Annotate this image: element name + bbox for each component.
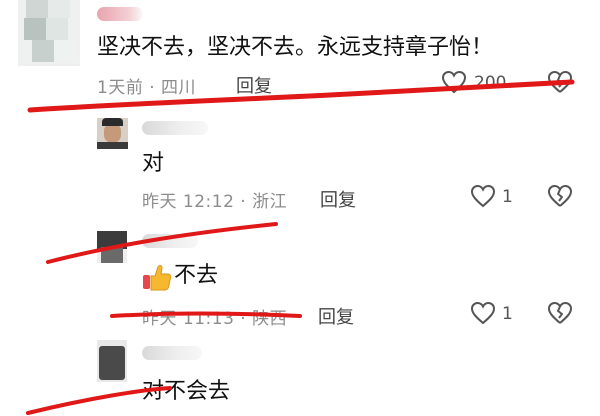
comment-text: 对: [142, 151, 165, 176]
reply-button[interactable]: 回复: [320, 186, 356, 212]
heart-icon[interactable]: [470, 301, 496, 325]
comment-meta: 昨天 12:12 · 浙江: [142, 192, 288, 212]
reply-button[interactable]: 回复: [236, 72, 272, 98]
pixelated-avatar: [18, 0, 80, 66]
like-count: 1: [502, 304, 513, 324]
username-blurred: [142, 121, 208, 135]
avatar[interactable]: [97, 340, 127, 382]
comment-meta: 1天前 · 四川: [97, 78, 197, 98]
username-blurred: [97, 7, 143, 21]
broken-heart-icon[interactable]: [547, 184, 573, 208]
thumbs-up-emoji: [142, 263, 172, 291]
like-count: 200: [474, 73, 507, 93]
username-blurred: [142, 346, 202, 360]
comment-text: 对不会去: [142, 379, 231, 404]
username-blurred: [142, 234, 198, 248]
avatar-face: [104, 123, 121, 143]
broken-heart-icon[interactable]: [547, 70, 573, 94]
reply-button[interactable]: 回复: [318, 303, 354, 329]
red-annotation-overlay: [26, 79, 575, 415]
avatar[interactable]: [97, 231, 127, 263]
like-count: 1: [502, 187, 513, 207]
heart-icon[interactable]: [441, 70, 467, 94]
comment-text: 不去: [174, 263, 219, 288]
comment-meta: 昨天 11:13 · 陕西: [142, 309, 288, 329]
comment-text: 坚决不去，坚决不去。永远支持章子怡！: [97, 35, 494, 60]
avatar[interactable]: [18, 0, 80, 66]
broken-heart-icon[interactable]: [547, 301, 573, 325]
heart-icon[interactable]: [470, 184, 496, 208]
avatar[interactable]: [97, 118, 128, 149]
